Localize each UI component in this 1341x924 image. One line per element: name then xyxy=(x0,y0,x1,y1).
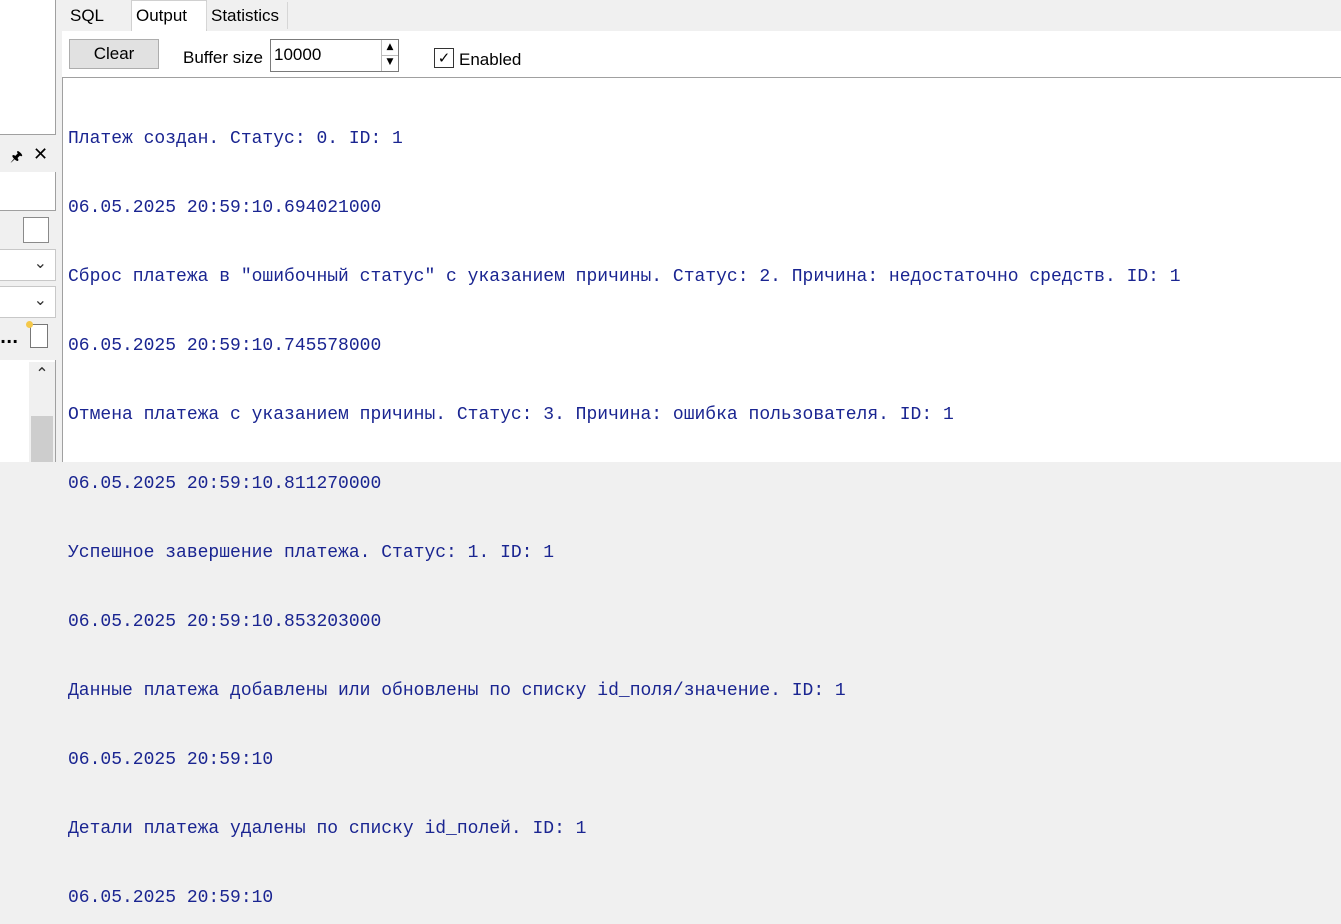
left-panel-list[interactable] xyxy=(0,0,56,135)
buffer-size-spinbox[interactable]: ▲ ▼ xyxy=(270,39,399,72)
log-line: 06.05.2025 20:59:10.745578000 xyxy=(68,336,382,356)
log-line: 06.05.2025 20:59:10.853203000 xyxy=(68,612,382,632)
spin-arrows: ▲ ▼ xyxy=(381,40,398,71)
log-line: 06.05.2025 20:59:10 xyxy=(68,750,274,770)
left-panel-field[interactable] xyxy=(0,172,56,211)
more-button[interactable]: ... xyxy=(0,328,18,347)
pin-icon[interactable]: 🖈 xyxy=(10,146,23,170)
output-log: Платеж создан. Статус: 0. ID: 1 06.05.20… xyxy=(68,82,1181,924)
spin-down-icon[interactable]: ▼ xyxy=(382,55,398,70)
output-log-area[interactable]: Платеж создан. Статус: 0. ID: 1 06.05.20… xyxy=(62,77,1341,908)
chevron-up-icon[interactable]: ⌃ xyxy=(29,364,55,390)
left-panel-combo-1[interactable]: ⌄ xyxy=(0,249,56,281)
log-line: Данные платежа добавлены или обновлены п… xyxy=(68,681,846,701)
log-line: 06.05.2025 20:59:10 xyxy=(68,888,274,908)
tab-sql[interactable]: SQL xyxy=(66,2,130,29)
output-toolbar: Clear Buffer size ▲ ▼ ✓ Enabled xyxy=(62,31,1341,77)
clear-button[interactable]: Clear xyxy=(69,39,159,69)
tab-bar: SQL Output Statistics xyxy=(62,0,1341,32)
buffer-size-label: Buffer size xyxy=(183,48,264,67)
new-document-icon[interactable] xyxy=(26,321,48,348)
left-panel-checkbox[interactable] xyxy=(23,217,49,243)
spin-up-icon[interactable]: ▲ xyxy=(382,40,398,56)
chevron-down-icon: ⌄ xyxy=(33,290,47,309)
log-line: 06.05.2025 20:59:10.694021000 xyxy=(68,198,382,218)
close-icon[interactable]: ✕ xyxy=(33,144,48,165)
scrollbar-thumb[interactable] xyxy=(31,416,53,462)
chevron-down-icon: ⌄ xyxy=(33,253,47,272)
log-line: Отмена платежа с указанием причины. Стат… xyxy=(68,405,954,425)
tab-statistics[interactable]: Statistics xyxy=(206,2,288,29)
log-line: Успешное завершение платежа. Статус: 1. … xyxy=(68,543,555,563)
enabled-checkbox[interactable]: ✓ xyxy=(434,48,454,68)
left-panel-scrollbar[interactable]: ⌃ xyxy=(29,362,55,462)
log-line: Детали платежа удалены по списку id_поле… xyxy=(68,819,587,839)
tab-output[interactable]: Output xyxy=(131,0,207,32)
left-panel-combo-2[interactable]: ⌄ xyxy=(0,286,56,318)
log-line: Платеж создан. Статус: 0. ID: 1 xyxy=(68,129,403,149)
left-panel: 🖈 ✕ ⌄ ⌄ ... ⌃ xyxy=(0,0,62,462)
buffer-size-input[interactable] xyxy=(274,43,380,67)
enabled-label: Enabled xyxy=(459,50,522,69)
log-line: 06.05.2025 20:59:10.811270000 xyxy=(68,474,382,494)
log-line: Сброс платежа в "ошибочный статус" с ука… xyxy=(68,267,1181,287)
